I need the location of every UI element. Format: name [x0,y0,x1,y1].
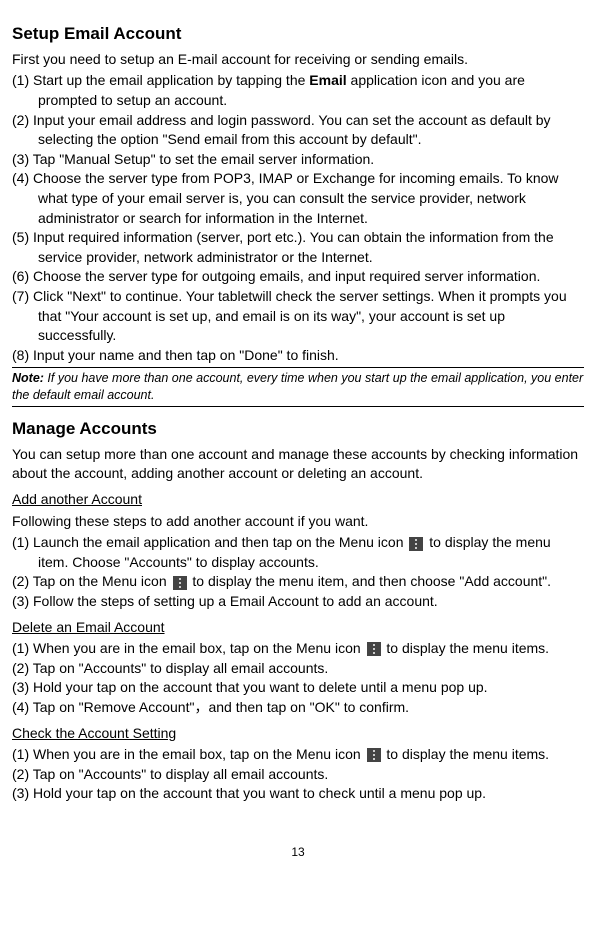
setup-step-1-bold: Email [309,72,346,88]
add-step-2: (2) Tap on the Menu icon to display the … [12,572,584,592]
setup-step-7: (7) Click "Next" to continue. Your table… [12,287,584,346]
setup-step-1: (1) Start up the email application by ta… [12,71,584,110]
delete-step-4: (4) Tap on "Remove Account"，and then tap… [12,698,584,718]
delete-step-1-pre: (1) When you are in the email box, tap o… [12,640,365,656]
check-step-3: (3) Hold your tap on the account that yo… [12,784,584,804]
setup-intro: First you need to setup an E-mail accoun… [12,50,584,70]
check-step-1-post: to display the menu items. [383,746,550,762]
delete-step-2: (2) Tap on "Accounts" to display all ema… [12,659,584,679]
page-number: 13 [12,844,584,861]
divider-1 [12,367,584,368]
note-text: If you have more than one account, every… [12,371,583,402]
setup-step-8: (8) Input your name and then tap on "Don… [12,346,584,366]
menu-icon [367,642,381,656]
delete-step-1-post: to display the menu items. [383,640,550,656]
setup-note: Note: If you have more than one account,… [12,370,584,404]
setup-step-6: (6) Choose the server type for outgoing … [12,267,584,287]
manage-heading: Manage Accounts [12,417,584,441]
setup-step-1-pre: (1) Start up the email application by ta… [12,72,309,88]
menu-icon [173,576,187,590]
divider-2 [12,406,584,407]
setup-step-4: (4) Choose the server type from POP3, IM… [12,169,584,228]
add-intro: Following these steps to add another acc… [12,512,584,532]
setup-step-3: (3) Tap "Manual Setup" to set the email … [12,150,584,170]
check-step-1-pre: (1) When you are in the email box, tap o… [12,746,365,762]
add-step-1-pre: (1) Launch the email application and the… [12,534,407,550]
add-step-3: (3) Follow the steps of setting up a Ema… [12,592,584,612]
delete-step-1: (1) When you are in the email box, tap o… [12,639,584,659]
delete-step-3: (3) Hold your tap on the account that yo… [12,678,584,698]
delete-subheading: Delete an Email Account [12,618,584,638]
add-step-1: (1) Launch the email application and the… [12,533,584,572]
check-step-2: (2) Tap on "Accounts" to display all ema… [12,765,584,785]
setup-heading: Setup Email Account [12,22,584,46]
setup-step-5: (5) Input required information (server, … [12,228,584,267]
add-step-2-post: to display the menu item, and then choos… [189,573,552,589]
menu-icon [367,748,381,762]
menu-icon [409,537,423,551]
check-subheading: Check the Account Setting [12,724,584,744]
check-step-1: (1) When you are in the email box, tap o… [12,745,584,765]
setup-step-2: (2) Input your email address and login p… [12,111,584,150]
add-subheading: Add another Account [12,490,584,510]
add-step-2-pre: (2) Tap on the Menu icon [12,573,171,589]
note-label: Note: [12,371,44,385]
manage-intro: You can setup more than one account and … [12,445,584,484]
